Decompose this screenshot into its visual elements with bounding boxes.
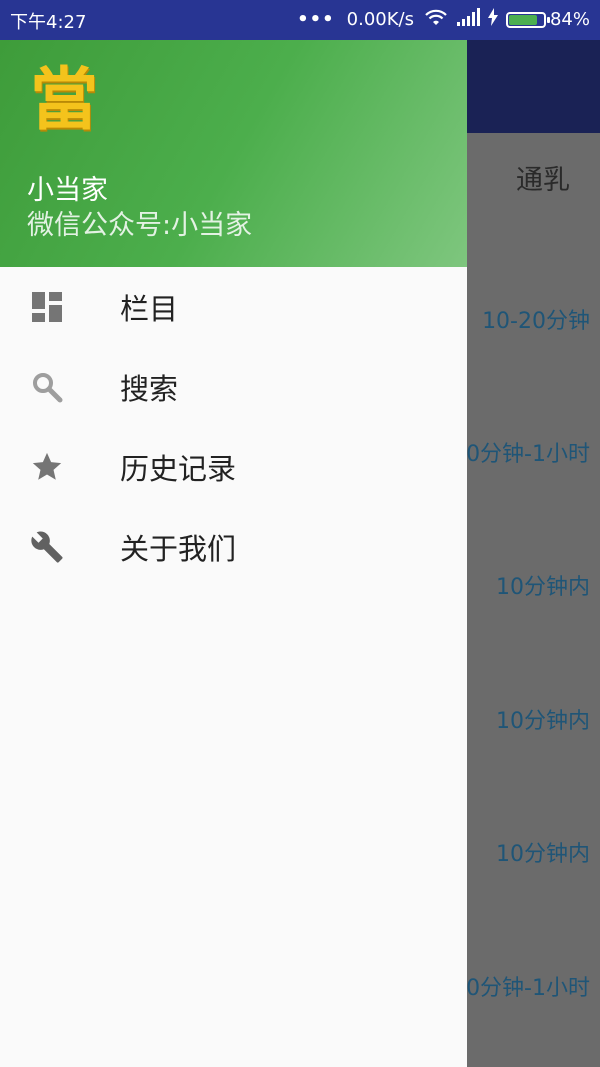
background-row: 10-20分钟	[482, 309, 590, 334]
battery-percent: 84%	[549, 9, 590, 30]
search-icon	[30, 370, 64, 404]
battery-icon	[505, 11, 550, 28]
charging-icon	[487, 8, 498, 31]
menu-item-history[interactable]: 历史记录	[0, 427, 467, 507]
background-row: 0分钟-1小时	[466, 976, 590, 1001]
menu-item-categories[interactable]: 栏目	[0, 267, 467, 347]
signal-icon	[456, 7, 480, 32]
background-tab: 通乳	[516, 165, 570, 196]
wrench-icon	[30, 530, 64, 564]
more-dots: •••	[297, 9, 335, 30]
drawer-subtitle: 微信公众号:小当家	[27, 210, 253, 241]
dashboard-icon	[30, 290, 64, 324]
drawer-title: 小当家	[27, 175, 108, 206]
menu-item-label: 搜索	[120, 372, 179, 406]
status-right: ••• 0.00K/s 84%	[297, 7, 590, 32]
background-row: 10分钟内	[496, 709, 590, 734]
menu-item-label: 历史记录	[120, 452, 237, 486]
background-row: 10分钟内	[496, 575, 590, 600]
app-screen: 下午4:27 ••• 0.00K/s 84% 通乳 10-20分钟 0分钟-1小…	[0, 0, 600, 1067]
menu-item-about[interactable]: 关于我们	[0, 507, 467, 587]
drawer-header: 當 小当家 微信公众号:小当家	[0, 40, 467, 267]
app-logo: 當	[30, 60, 99, 140]
menu-item-search[interactable]: 搜索	[0, 347, 467, 427]
menu-item-label: 栏目	[120, 292, 179, 326]
background-row: 0分钟-1小时	[466, 442, 590, 467]
navigation-drawer: 當 小当家 微信公众号:小当家 栏目 搜索 历史记录 关于我们	[0, 40, 467, 1067]
status-bar: 下午4:27 ••• 0.00K/s 84%	[0, 0, 600, 40]
menu-item-label: 关于我们	[120, 532, 237, 566]
star-icon	[30, 450, 64, 484]
battery-fill	[508, 14, 538, 25]
wifi-icon	[424, 7, 448, 32]
network-speed: 0.00K/s	[346, 9, 414, 30]
background-row: 10分钟内	[496, 842, 590, 867]
status-time: 下午4:27	[10, 12, 87, 33]
drawer-menu: 栏目 搜索 历史记录 关于我们	[0, 267, 467, 587]
